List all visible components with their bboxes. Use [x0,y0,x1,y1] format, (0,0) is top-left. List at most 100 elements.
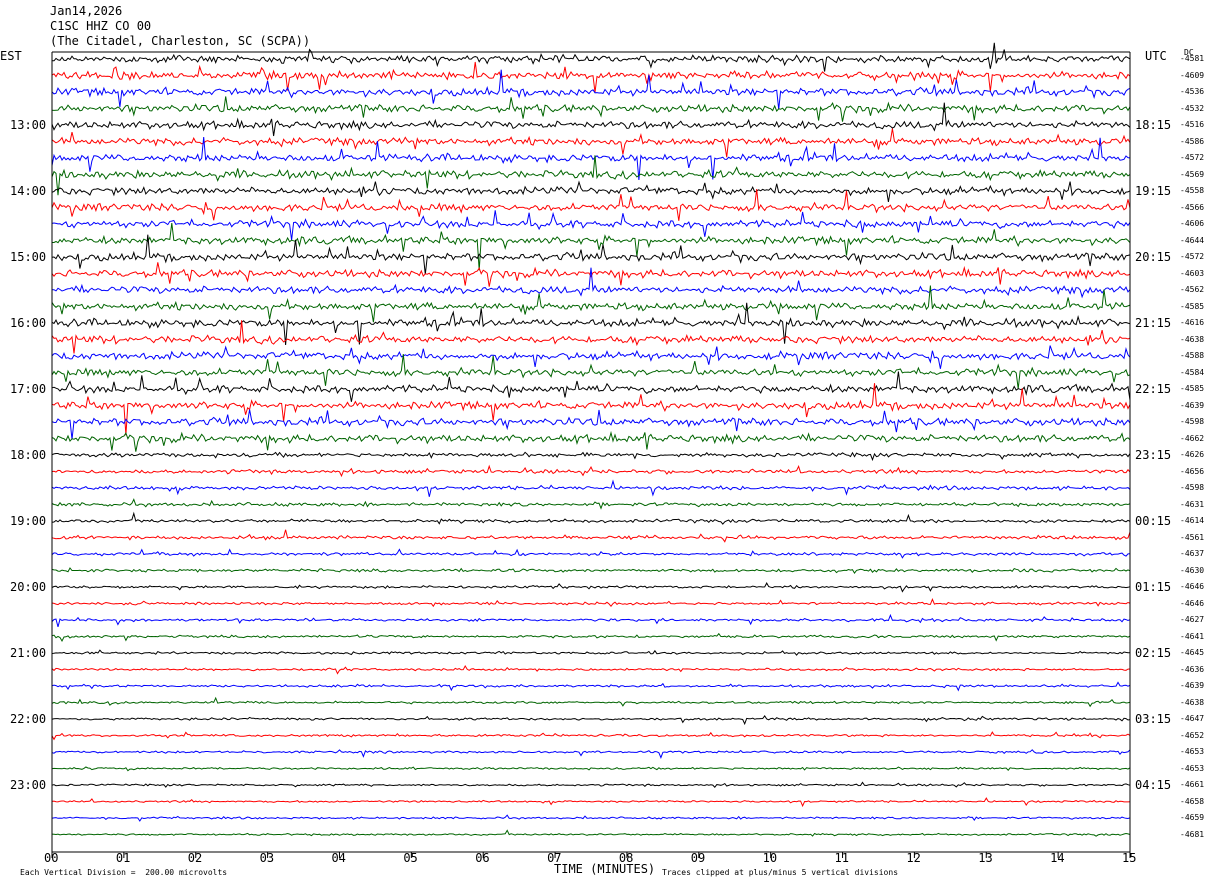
trace-31 [51,548,1131,559]
est-hour-label: 21:00 [10,646,47,660]
seismic-traces [51,42,1131,837]
trace-28 [51,498,1131,510]
dc-offset-label: -4566 [1180,202,1205,212]
dc-offset-label: -4598 [1180,483,1205,492]
dc-offset-label: -4637 [1180,549,1205,558]
dc-offset-label: -4584 [1180,367,1205,377]
trace-24 [51,430,1131,452]
dc-offset-label: -4627 [1180,615,1205,624]
dc-offset-label: -4646 [1180,598,1205,608]
trace-35 [51,613,1131,628]
x-tick-label-01: 01 [115,851,131,865]
est-hour-label: 19:00 [10,514,47,528]
trace-36 [51,632,1131,643]
dc-offset-label: -4644 [1180,235,1205,245]
utc-hour-label: 19:15 [1135,184,1172,198]
dc-offset-label: -4614 [1180,516,1205,525]
station-label: (The Citadel, Charleston, SC (SCPA)) [50,34,311,48]
dc-offset-label: -4609 [1180,70,1205,80]
dc-offset-label: -4562 [1180,285,1205,294]
dc-offset-label: -4585 [1180,384,1205,393]
est-hour-label: 23:00 [10,778,47,792]
dc-offset-label: -4638 [1180,334,1205,344]
dc-offset-label: -4641 [1180,631,1205,641]
x-tick-label-06: 06 [475,851,490,865]
utc-hour-label: 00:15 [1135,514,1172,528]
dc-offset-label: -4598 [1180,417,1205,426]
est-hour-label: 15:00 [10,250,47,264]
trace-10 [51,188,1131,221]
trace-21 [51,371,1131,402]
trace-11 [51,210,1131,241]
dc-offset-label: -4636 [1180,664,1205,674]
trace-8 [51,155,1131,196]
utc-hour-label: 21:15 [1135,316,1172,330]
x-tick-label-11: 11 [834,851,849,865]
trace-46 [51,797,1131,808]
trace-6 [51,128,1131,158]
dc-offset-label: -4645 [1180,648,1205,657]
utc-hour-label: 01:15 [1135,580,1172,594]
est-axis-label: EST [0,49,22,63]
trace-33 [51,582,1131,593]
x-tick-label-04: 04 [331,851,346,865]
dc-offset-label: -4639 [1180,681,1205,690]
trace-12 [52,222,1131,271]
dc-offset-label: -4638 [1180,697,1205,707]
x-tick-label-02: 02 [187,851,203,865]
x-tick-label-09: 09 [690,851,706,865]
dc-offset-label: -4652 [1180,730,1205,740]
trace-14 [51,262,1131,287]
trace-48 [51,829,1131,837]
dc-offset-label: -4569 [1180,169,1205,179]
date-label: Jan14,2026 [50,4,123,18]
dc-offset-label: -4585 [1180,301,1205,311]
est-hour-label: 16:00 [10,316,47,330]
x-axis [51,852,1131,858]
x-tick-label-15: 15 [1122,851,1137,865]
utc-hour-label: 20:15 [1135,250,1172,264]
utc-hour-label: 04:15 [1135,778,1172,792]
dc-offset-label: -4630 [1180,565,1205,575]
trace-45 [51,781,1131,788]
channel-label: C1SC HHZ CO 00 [50,19,152,33]
trace-15 [51,267,1131,299]
dc-offset-label: -4626 [1180,450,1205,459]
trace-29 [51,511,1131,525]
dc-offset-label: -4536 [1180,87,1205,96]
utc-hour-label: 03:15 [1135,712,1172,726]
trace-2 [51,61,1131,93]
helicorder-plot [51,42,1131,858]
dc-offset-label: -4572 [1180,252,1205,261]
trace-47 [51,814,1131,822]
trace-34 [51,597,1131,608]
est-hour-label: 18:00 [10,448,47,462]
x-axis-title: TIME (MINUTES) [554,862,656,876]
trace-40 [51,696,1131,708]
dc-offset-label: -4606 [1180,219,1205,228]
trace-43 [51,749,1131,759]
dc-offset-label: -4653 [1180,763,1205,773]
trace-42 [51,731,1131,741]
dc-offset-label: -4588 [1180,351,1205,360]
trace-44 [51,766,1131,772]
trace-38 [51,664,1131,675]
trace-20 [51,353,1131,389]
dc-offset-label: -4658 [1180,796,1205,806]
trace-22 [51,383,1131,436]
x-tick-label-00: 00 [44,851,59,865]
trace-27 [51,479,1131,497]
dc-offset-label: -4646 [1180,582,1205,591]
trace-25 [51,451,1131,462]
dc-offset-label: -4681 [1180,829,1205,839]
dc-offset-label: -4639 [1180,400,1205,410]
dc-offset-label: -4586 [1180,136,1205,146]
trace-5 [51,102,1131,137]
trace-30 [51,529,1131,543]
x-tick-label-03: 03 [259,851,275,865]
clip-note: Traces clipped at plus/minus 5 vertical … [662,868,899,877]
utc-hour-label: 18:15 [1135,118,1172,132]
dc-offset-label: -4603 [1180,268,1205,278]
dc-offset-label: -4581 [1180,54,1205,63]
trace-4 [51,96,1131,122]
